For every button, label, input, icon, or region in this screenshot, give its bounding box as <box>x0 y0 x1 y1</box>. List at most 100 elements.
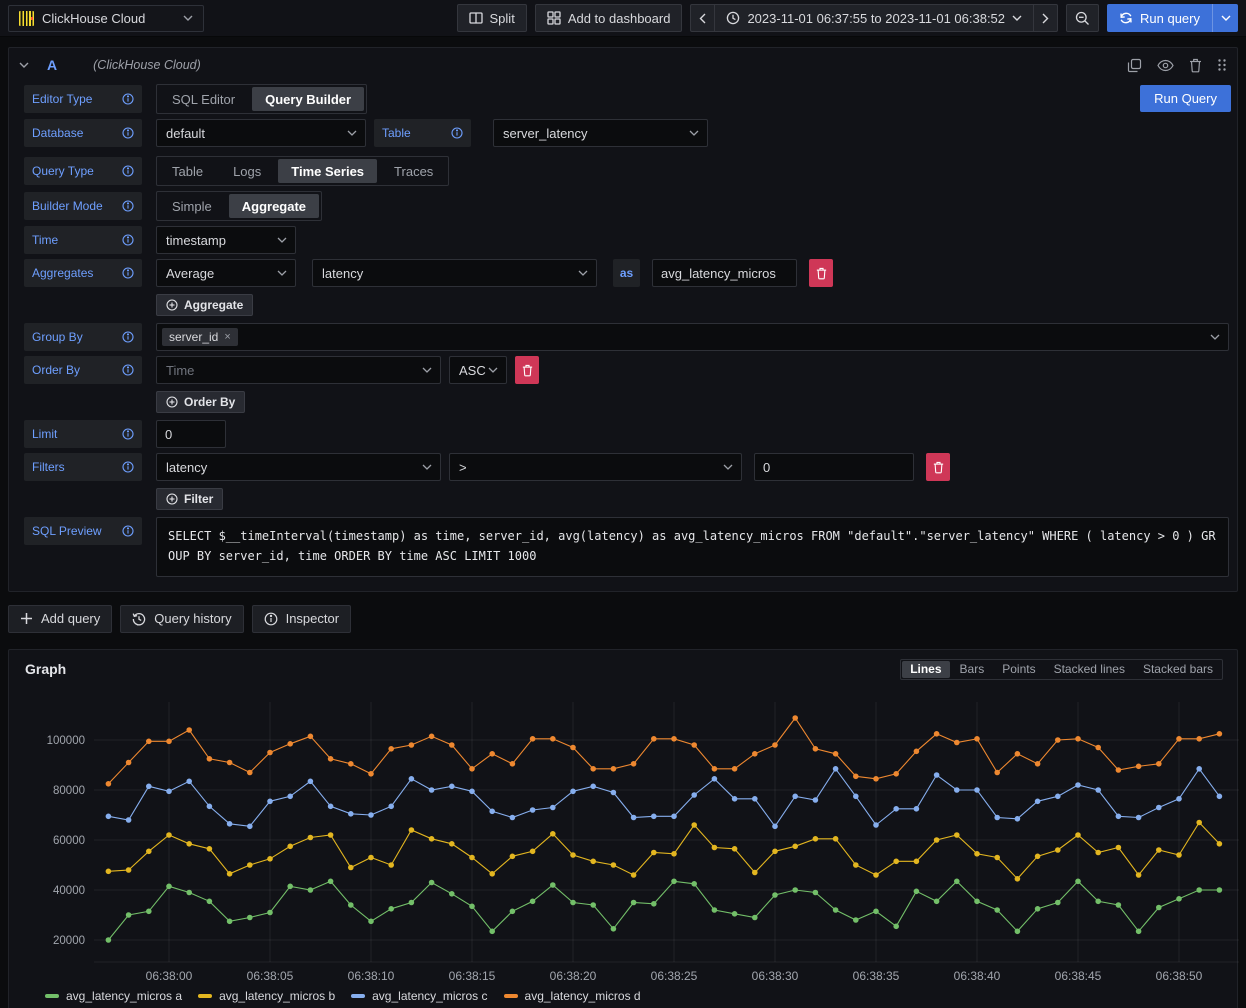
plus-circle-icon <box>166 299 178 311</box>
builder-mode-option-aggregate[interactable]: Aggregate <box>229 194 319 218</box>
chevron-down-icon <box>723 464 733 470</box>
as-badge: as <box>613 259 640 287</box>
time-range-text: 2023-11-01 06:37:55 to 2023-11-01 06:38:… <box>747 11 1005 26</box>
graph-mode-bars[interactable]: Bars <box>952 661 993 678</box>
collapse-chevron-icon[interactable] <box>19 62 29 68</box>
info-icon <box>122 525 134 537</box>
query-builder-form: Editor Type SQL EditorQuery Builder Data… <box>9 82 1237 591</box>
chevron-down-icon <box>183 15 193 21</box>
limit-label: Limit <box>24 420 142 448</box>
add-to-dashboard-button[interactable]: Add to dashboard <box>535 4 683 32</box>
run-query-dropdown-button[interactable] <box>1212 4 1238 32</box>
legend-item[interactable]: avg_latency_micros d <box>504 989 641 1003</box>
time-column-label: Time <box>24 226 142 254</box>
info-icon <box>122 461 134 473</box>
graph-mode-switcher: LinesBarsPointsStacked linesStacked bars <box>900 659 1223 680</box>
legend-label: avg_latency_micros b <box>219 989 335 1003</box>
time-column-select[interactable]: timestamp <box>156 226 296 254</box>
aggregate-column-select[interactable]: latency <box>312 259 597 287</box>
chevron-down-icon <box>277 237 287 243</box>
svg-text:06:38:30: 06:38:30 <box>752 969 799 983</box>
datasource-picker[interactable]: ClickHouse Cloud <box>8 5 204 32</box>
run-query-button[interactable]: Run query <box>1107 4 1212 32</box>
svg-text:06:38:35: 06:38:35 <box>853 969 900 983</box>
query-type-option-logs[interactable]: Logs <box>220 159 274 183</box>
graph-mode-lines[interactable]: Lines <box>902 661 949 678</box>
chevron-right-icon <box>1042 13 1049 24</box>
remove-tag-icon[interactable]: × <box>224 331 230 343</box>
svg-text:80000: 80000 <box>53 785 85 797</box>
remove-order-by-button[interactable] <box>515 356 539 384</box>
limit-input[interactable] <box>156 420 226 448</box>
add-filter-button[interactable]: Filter <box>156 488 223 510</box>
query-row-header[interactable]: A (ClickHouse Cloud) <box>9 48 1237 82</box>
time-range-back-button[interactable] <box>690 4 714 32</box>
editor-type-option-sql-editor[interactable]: SQL Editor <box>159 87 248 111</box>
legend-item[interactable]: avg_latency_micros c <box>351 989 487 1003</box>
time-range-zoom-out-button[interactable] <box>1066 4 1099 32</box>
builder-mode-option-simple[interactable]: Simple <box>159 194 225 218</box>
time-range-picker[interactable]: 2023-11-01 06:37:55 to 2023-11-01 06:38:… <box>714 4 1033 32</box>
duplicate-query-icon[interactable] <box>1127 58 1142 73</box>
svg-text:40000: 40000 <box>53 885 85 897</box>
plus-circle-icon <box>166 396 178 408</box>
editor-type-option-query-builder[interactable]: Query Builder <box>252 87 364 111</box>
time-series-chart[interactable]: 2000040000600008000010000006:38:0006:38:… <box>33 702 1246 990</box>
filter-field-select[interactable]: latency <box>156 453 441 481</box>
add-order-by-button[interactable]: Order By <box>156 391 245 413</box>
editor-type-label: Editor Type <box>24 85 142 113</box>
graph-mode-points[interactable]: Points <box>994 661 1043 678</box>
query-history-button[interactable]: Query history <box>120 605 243 633</box>
query-type-label: Query Type <box>24 157 142 185</box>
legend-label: avg_latency_micros a <box>66 989 182 1003</box>
split-button[interactable]: Split <box>457 4 527 32</box>
chevron-down-icon <box>1210 334 1220 340</box>
database-select[interactable]: default <box>156 119 366 147</box>
zoom-out-icon <box>1075 11 1090 26</box>
order-by-direction-select[interactable]: ASC <box>449 356 507 384</box>
drag-handle-grip-icon[interactable] <box>1217 58 1227 72</box>
info-icon <box>122 364 134 376</box>
apps-grid-icon <box>547 11 561 25</box>
add-query-button[interactable]: Add query <box>8 605 112 633</box>
query-ref-id: A <box>47 57 57 73</box>
graph-mode-stacked-bars[interactable]: Stacked bars <box>1135 661 1221 678</box>
table-select[interactable]: server_latency <box>493 119 708 147</box>
query-type-option-time-series[interactable]: Time Series <box>278 159 377 183</box>
remove-filter-button[interactable] <box>926 453 950 481</box>
legend-item[interactable]: avg_latency_micros a <box>45 989 182 1003</box>
graph-mode-stacked-lines[interactable]: Stacked lines <box>1046 661 1133 678</box>
query-type-option-table[interactable]: Table <box>159 159 216 183</box>
sql-preview-label: SQL Preview <box>24 517 142 545</box>
svg-text:06:38:45: 06:38:45 <box>1055 969 1102 983</box>
aggregate-alias-input[interactable] <box>652 259 797 287</box>
chevron-down-icon <box>277 270 287 276</box>
hide-response-eye-icon[interactable] <box>1157 59 1174 72</box>
group-by-tag[interactable]: server_id× <box>162 328 238 346</box>
editor-run-query-button[interactable]: Run Query <box>1140 85 1231 112</box>
group-by-multiselect[interactable]: server_id× <box>156 323 1229 351</box>
remove-aggregate-button[interactable] <box>809 259 833 287</box>
query-type-option-traces[interactable]: Traces <box>381 159 446 183</box>
order-by-field-select[interactable]: Time <box>156 356 441 384</box>
chevron-down-icon <box>422 464 432 470</box>
time-range-forward-button[interactable] <box>1033 4 1058 32</box>
inspector-button[interactable]: Inspector <box>252 605 351 633</box>
query-datasource-note: (ClickHouse Cloud) <box>93 58 201 72</box>
info-icon <box>122 127 134 139</box>
aggregate-function-select[interactable]: Average <box>156 259 296 287</box>
info-icon <box>122 234 134 246</box>
legend-item[interactable]: avg_latency_micros b <box>198 989 335 1003</box>
legend-swatch <box>504 994 518 998</box>
split-label: Split <box>490 11 515 26</box>
legend-swatch <box>198 994 212 998</box>
info-icon <box>451 127 463 139</box>
remove-query-trash-icon[interactable] <box>1189 58 1202 73</box>
add-to-dashboard-label: Add to dashboard <box>568 11 671 26</box>
filter-operator-select[interactable]: > <box>449 453 742 481</box>
filter-value-input[interactable] <box>754 453 914 481</box>
svg-text:06:38:05: 06:38:05 <box>247 969 294 983</box>
query-type-switcher: TableLogsTime SeriesTraces <box>156 156 449 186</box>
plus-icon <box>20 612 33 625</box>
add-aggregate-button[interactable]: Aggregate <box>156 294 253 316</box>
